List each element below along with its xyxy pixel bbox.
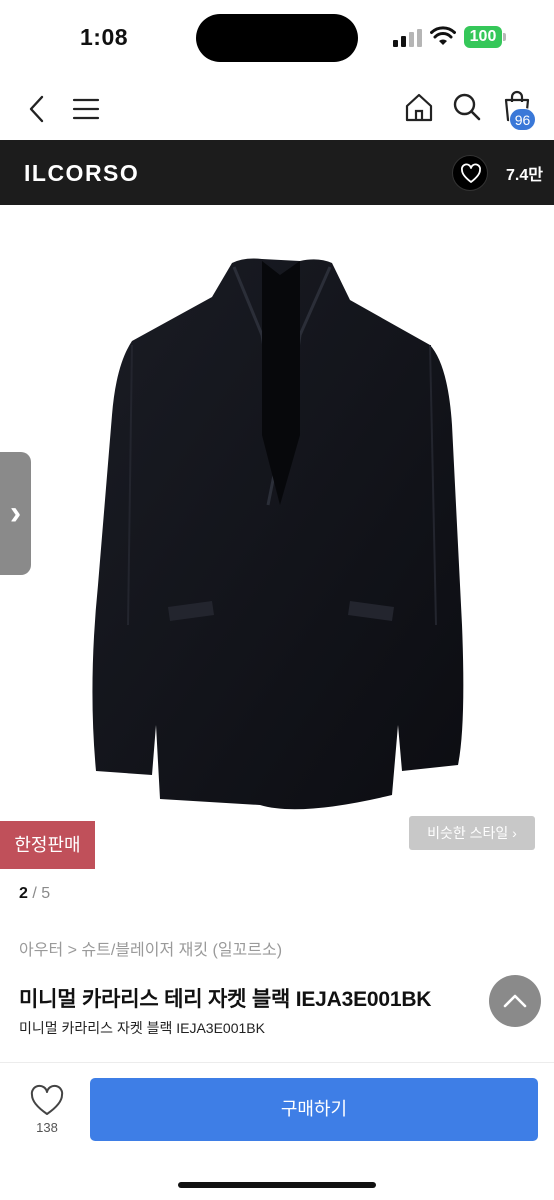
limited-sale-badge: 한정판매 (0, 821, 95, 869)
brand-like-button[interactable] (452, 155, 488, 191)
pager-current: 2 (19, 885, 28, 902)
product-title: 미니멀 카라리스 테리 자켓 블랙 IEJA3E001BK (19, 988, 432, 1011)
brand-name[interactable]: ILCORSO (24, 160, 139, 187)
like-count: 138 (36, 1120, 58, 1135)
pager-total: 5 (41, 885, 51, 902)
image-pager: 2 / 5 (19, 885, 50, 903)
back-chevron-icon[interactable] (26, 94, 48, 124)
battery-level: 100 (464, 26, 502, 48)
heart-icon (30, 1084, 64, 1115)
battery-indicator: 100 (464, 26, 506, 48)
pager-separator: / (27, 885, 42, 902)
dynamic-island (196, 14, 358, 62)
status-bar: 1:08 100 (0, 0, 554, 76)
similar-style-button[interactable]: 비슷한 스타일 › (409, 816, 535, 850)
product-subtitle: 미니멀 카라리스 자켓 블랙 IEJA3E001BK (19, 1020, 265, 1036)
buy-button[interactable]: 구매하기 (90, 1078, 538, 1141)
cart-count-badge: 96 (509, 108, 536, 131)
carousel-next-button[interactable]: › (0, 452, 31, 575)
product-image (92, 258, 464, 810)
cellular-signal-icon (393, 29, 422, 47)
menu-icon[interactable] (72, 96, 100, 122)
scroll-to-top-button[interactable] (489, 975, 541, 1027)
battery-cap (503, 33, 506, 41)
chevron-up-icon (503, 994, 527, 1008)
status-time: 1:08 (80, 24, 129, 50)
heart-icon (461, 163, 481, 183)
top-nav (0, 76, 554, 140)
wifi-icon (430, 26, 456, 45)
home-icon[interactable] (404, 92, 434, 122)
product-image-carousel[interactable] (0, 205, 554, 875)
search-icon[interactable] (452, 92, 482, 122)
home-indicator (178, 1182, 376, 1188)
breadcrumb[interactable]: 아우터 > 슈트/블레이저 재킷 (일꼬르소) (19, 936, 282, 960)
brand-like-count: 7.4만 (506, 167, 543, 184)
